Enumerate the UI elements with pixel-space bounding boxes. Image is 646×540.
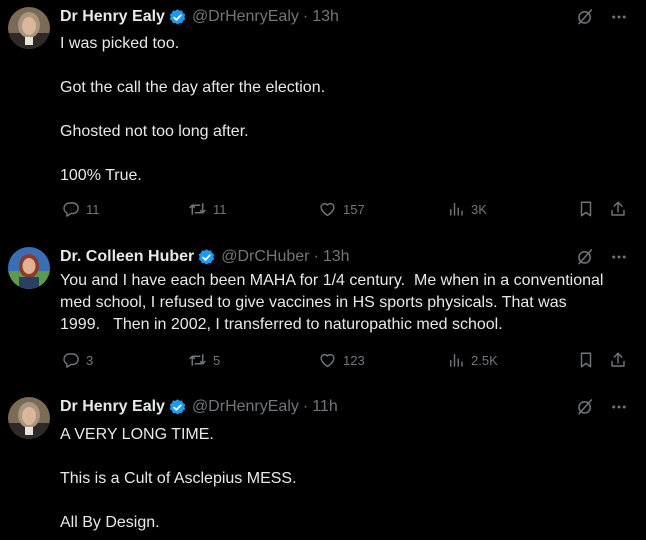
tweet-text: You and I have each been MAHA for 1/4 ce… bbox=[60, 270, 635, 336]
separator-dot: · bbox=[302, 8, 309, 25]
author-name[interactable]: Dr Henry Ealy bbox=[60, 8, 165, 26]
reply-icon bbox=[63, 202, 79, 217]
tweet-paragraph: A VERY LONG TIME. bbox=[60, 426, 214, 443]
share-button[interactable] bbox=[609, 200, 627, 218]
avatar[interactable] bbox=[8, 247, 50, 289]
bookmark-button[interactable] bbox=[577, 351, 595, 369]
like-button[interactable]: 157 bbox=[318, 200, 365, 218]
share-icon bbox=[611, 201, 625, 216]
tweet-top-icons bbox=[576, 248, 628, 266]
verified-badge-icon bbox=[197, 248, 216, 267]
views-icon bbox=[450, 203, 463, 216]
like-button[interactable]: 123 bbox=[318, 351, 365, 369]
reply-count: 11 bbox=[86, 201, 100, 217]
reply-count: 3 bbox=[86, 352, 94, 368]
tweet-paragraph: Got the call the day after the election. bbox=[60, 79, 326, 96]
tweet-actions: 11 11 157 3K bbox=[60, 200, 628, 220]
avatar[interactable] bbox=[8, 7, 50, 49]
avatar[interactable] bbox=[8, 397, 50, 439]
timestamp[interactable]: 13h bbox=[312, 8, 339, 26]
tweet-top-icons bbox=[576, 8, 628, 26]
repost-button[interactable]: 11 bbox=[188, 200, 227, 218]
share-icon bbox=[611, 352, 625, 367]
author-handle[interactable]: @DrHenryEaly bbox=[192, 398, 299, 416]
view-count: 2.5K bbox=[471, 352, 498, 368]
tweet-paragraph: This is a Cult of Asclepius MESS. bbox=[60, 470, 297, 487]
repost-count: 11 bbox=[213, 201, 227, 217]
repost-count: 5 bbox=[213, 352, 221, 368]
tweet-2[interactable]: Dr. Colleen Huber @DrCHuber · 13h You an… bbox=[0, 238, 646, 388]
tweet-line: 1999. Then in 2002, I transferred to nat… bbox=[60, 316, 503, 333]
tweet-paragraph: All By Design. bbox=[60, 514, 160, 531]
repost-icon bbox=[189, 354, 206, 366]
views-icon bbox=[450, 354, 463, 367]
reply-button[interactable]: 11 bbox=[62, 200, 100, 218]
bookmark-button[interactable] bbox=[577, 200, 595, 218]
author-name[interactable]: Dr. Colleen Huber bbox=[60, 248, 194, 266]
tweet-text: I was picked too. Got the call the day a… bbox=[60, 33, 635, 187]
like-count: 157 bbox=[343, 201, 365, 217]
tweet-feed: Dr Henry Ealy @DrHenryEaly · 13h I was p… bbox=[0, 0, 646, 540]
more-icon[interactable] bbox=[610, 8, 628, 26]
tweet-actions: 3 5 123 2.5K bbox=[60, 351, 628, 371]
repost-icon bbox=[189, 203, 206, 215]
separator-dot: · bbox=[302, 398, 309, 415]
share-button[interactable] bbox=[609, 351, 627, 369]
like-count: 123 bbox=[343, 352, 365, 368]
tweet-line: med school, I refused to give vaccines i… bbox=[60, 294, 567, 311]
timestamp[interactable]: 11h bbox=[312, 398, 338, 416]
bookmark-icon bbox=[580, 352, 592, 368]
heart-icon bbox=[320, 353, 335, 368]
tweet-header: Dr Henry Ealy @DrHenryEaly · 13h bbox=[60, 7, 339, 27]
tweet-1[interactable]: Dr Henry Ealy @DrHenryEaly · 13h I was p… bbox=[0, 0, 646, 230]
author-name[interactable]: Dr Henry Ealy bbox=[60, 398, 165, 416]
timestamp[interactable]: 13h bbox=[323, 248, 350, 266]
author-handle[interactable]: @DrCHuber bbox=[221, 248, 309, 266]
separator-dot: · bbox=[313, 248, 319, 265]
reply-icon bbox=[63, 353, 79, 368]
tweet-paragraph: I was picked too. bbox=[60, 35, 180, 52]
author-handle[interactable]: @DrHenryEaly bbox=[192, 8, 299, 26]
tweet-line: You and I have each been MAHA for 1/4 ce… bbox=[60, 272, 604, 289]
heart-icon bbox=[320, 202, 335, 217]
more-icon[interactable] bbox=[610, 248, 628, 266]
tweet-text: A VERY LONG TIME. This is a Cult of Ascl… bbox=[60, 424, 635, 534]
grok-icon[interactable] bbox=[576, 398, 594, 416]
bookmark-icon bbox=[580, 201, 592, 217]
tweet-paragraph: Ghosted not too long after. bbox=[60, 123, 249, 140]
views-button[interactable]: 3K bbox=[447, 200, 487, 218]
tweet-3[interactable]: Dr Henry Ealy @DrHenryEaly · 11h A VERY … bbox=[0, 389, 646, 540]
reply-button[interactable]: 3 bbox=[62, 351, 93, 369]
tweet-header: Dr Henry Ealy @DrHenryEaly · 11h bbox=[60, 397, 338, 417]
repost-button[interactable]: 5 bbox=[188, 351, 220, 369]
verified-badge-icon bbox=[168, 8, 187, 27]
tweet-paragraph: 100% True. bbox=[60, 167, 142, 184]
grok-icon[interactable] bbox=[576, 248, 594, 266]
tweet-header: Dr. Colleen Huber @DrCHuber · 13h bbox=[60, 247, 350, 267]
tweet-top-icons bbox=[576, 398, 628, 416]
verified-badge-icon bbox=[168, 398, 187, 417]
views-button[interactable]: 2.5K bbox=[447, 351, 498, 369]
more-icon[interactable] bbox=[610, 398, 628, 416]
view-count: 3K bbox=[471, 201, 487, 217]
grok-icon[interactable] bbox=[576, 8, 594, 26]
